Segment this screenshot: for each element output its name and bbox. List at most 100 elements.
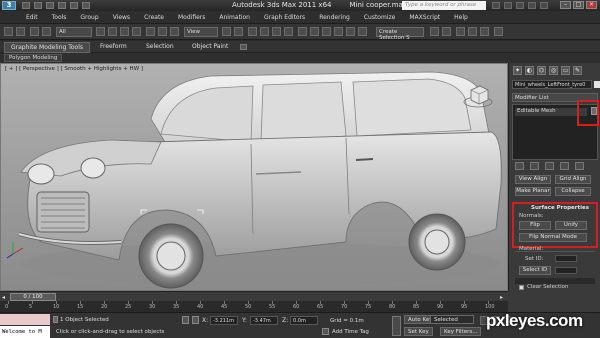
utilities-tab-icon[interactable]: ✎	[573, 66, 582, 75]
viewcube-icon[interactable]	[463, 82, 493, 108]
timeline-ruler[interactable]: 0 5 10 15 20 25 30 35 40 45 50 55 60 65 70 75 80 85 90 95 10…	[0, 301, 508, 312]
new-file-icon[interactable]	[22, 2, 30, 9]
select-by-name-icon[interactable]	[108, 27, 117, 36]
create-tab-icon[interactable]: ✦	[513, 66, 522, 75]
y-coord-field[interactable]: -3.47m	[250, 316, 278, 325]
configure-modifier-sets-icon[interactable]	[575, 162, 584, 170]
viewport-label[interactable]: [ + ] [ Perspective ] [ Smooth + Highlig…	[5, 66, 143, 72]
menu-item-modifiers[interactable]: Modifiers	[178, 14, 205, 21]
menu-item-tools[interactable]: Tools	[52, 14, 67, 21]
tab-object-paint[interactable]: Object Paint	[192, 43, 228, 50]
key-filters-button[interactable]: Key Filters...	[440, 327, 482, 336]
menu-item-views[interactable]: Views	[113, 14, 130, 21]
make-unique-icon[interactable]	[545, 162, 554, 170]
hierarchy-tab-icon[interactable]: ⌬	[537, 66, 546, 75]
motion-tab-icon[interactable]: ◎	[549, 66, 558, 75]
spinner-snap-icon[interactable]	[284, 27, 293, 36]
next-frame-icon[interactable]: ▸	[500, 294, 503, 301]
add-time-tag[interactable]: Add Time Tag	[332, 329, 369, 335]
set-key-button[interactable]: Set Key	[404, 327, 433, 336]
redo-icon[interactable]	[70, 2, 78, 9]
favorites-star-icon[interactable]	[528, 2, 536, 9]
pivot-center-icon[interactable]	[222, 27, 231, 36]
menu-item-animation[interactable]: Animation	[219, 14, 250, 21]
mirror-icon[interactable]	[310, 27, 319, 36]
align-icon[interactable]	[322, 27, 331, 36]
time-slider-thumb[interactable]: 0 / 100	[10, 293, 56, 301]
set-id-spinner[interactable]	[555, 255, 577, 262]
select-object-icon[interactable]	[96, 27, 105, 36]
curve-editor-icon[interactable]	[358, 27, 367, 36]
reference-coordinate-dropdown[interactable]: View	[184, 27, 218, 37]
show-end-result-icon[interactable]	[530, 162, 539, 170]
grid-align-button[interactable]: Grid Align	[555, 175, 591, 184]
close-icon[interactable]: ×	[586, 1, 597, 9]
maxscript-listener-input[interactable]: Welcome to M	[0, 326, 50, 338]
move-icon[interactable]	[146, 27, 155, 36]
selection-filter-dropdown[interactable]: All	[56, 27, 92, 37]
modify-tab-icon[interactable]: ◐	[525, 66, 534, 75]
surface-properties-rollout-title[interactable]: Surface Properties	[531, 205, 589, 211]
material-editor-icon[interactable]	[442, 27, 451, 36]
tab-graphite-modeling-tools[interactable]: Graphite Modeling Tools	[4, 42, 91, 53]
make-planar-button[interactable]: Make Planar	[515, 187, 551, 196]
unlink-icon[interactable]	[42, 27, 51, 36]
select-id-spinner[interactable]	[555, 267, 577, 274]
display-tab-icon[interactable]: ▭	[561, 66, 570, 75]
link-icon[interactable]	[30, 27, 39, 36]
snap-toggle-icon[interactable]	[248, 27, 257, 36]
undo-tool-icon[interactable]	[4, 27, 13, 36]
clear-selection-checkbox[interactable]	[519, 285, 524, 290]
menu-item-customize[interactable]: Customize	[364, 14, 396, 21]
view-align-button[interactable]: View Align	[515, 175, 551, 184]
graphite-toggle-icon[interactable]	[346, 27, 355, 36]
tab-freeform[interactable]: Freeform	[100, 43, 127, 50]
menu-item-group[interactable]: Group	[80, 14, 98, 21]
schematic-view-icon[interactable]	[430, 27, 439, 36]
menu-item-edit[interactable]: Edit	[26, 14, 38, 21]
x-coord-field[interactable]: -3.211m	[210, 316, 238, 325]
named-selection-sets-dropdown[interactable]: Create Selection S	[376, 27, 424, 41]
z-coord-field[interactable]: 0.0m	[290, 316, 318, 325]
binoculars-icon[interactable]	[492, 2, 500, 9]
object-color-swatch[interactable]	[594, 81, 600, 88]
object-name-field[interactable]: Mini_wheels_LeftFront_tyre0	[512, 80, 592, 89]
maxscript-listener-output[interactable]	[0, 314, 50, 325]
unify-button[interactable]: Unify	[555, 221, 587, 230]
ribbon-options-icon[interactable]	[240, 44, 247, 50]
scale-icon[interactable]	[170, 27, 179, 36]
menu-item-graph-editors[interactable]: Graph Editors	[264, 14, 305, 21]
render-teapot-icon[interactable]	[494, 27, 503, 36]
flip-normal-mode-button[interactable]: Flip Normal Mode	[519, 233, 587, 242]
menu-item-maxscript[interactable]: MAXScript	[409, 14, 440, 21]
angle-snap-icon[interactable]	[260, 27, 269, 36]
layer-manager-icon[interactable]	[334, 27, 343, 36]
edit-named-selection-icon[interactable]	[298, 27, 307, 36]
communication-icon[interactable]	[516, 2, 524, 9]
undo-icon[interactable]	[58, 2, 66, 9]
flip-button[interactable]: Flip	[519, 221, 551, 230]
tab-selection[interactable]: Selection	[146, 43, 174, 50]
collapse-button[interactable]: Collapse	[555, 187, 591, 196]
menu-item-rendering[interactable]: Rendering	[319, 14, 350, 21]
render-setup-icon[interactable]	[456, 27, 465, 36]
app-logo-icon[interactable]: 3	[2, 1, 16, 10]
menu-item-create[interactable]: Create	[144, 14, 164, 21]
maximize-icon[interactable]: □	[573, 1, 584, 9]
menu-item-help[interactable]: Help	[454, 14, 468, 21]
project-folder-icon[interactable]	[82, 2, 90, 9]
window-crossing-icon[interactable]	[132, 27, 141, 36]
search-input[interactable]: Type a keyword or phrase	[402, 1, 486, 10]
redo-tool-icon[interactable]	[16, 27, 25, 36]
rendered-frame-window-icon[interactable]	[468, 27, 477, 36]
rectangular-selection-icon[interactable]	[120, 27, 129, 36]
lock-selection-icon[interactable]	[182, 316, 189, 324]
minimize-icon[interactable]: –	[560, 1, 571, 9]
prev-frame-icon[interactable]: ◂	[2, 294, 5, 301]
subscription-icon[interactable]	[504, 2, 512, 9]
absolute-mode-icon[interactable]	[192, 316, 199, 324]
rotate-icon[interactable]	[158, 27, 167, 36]
key-mode-dropdown[interactable]: Selected	[430, 315, 474, 324]
open-file-icon[interactable]	[34, 2, 42, 9]
save-icon[interactable]	[46, 2, 54, 9]
